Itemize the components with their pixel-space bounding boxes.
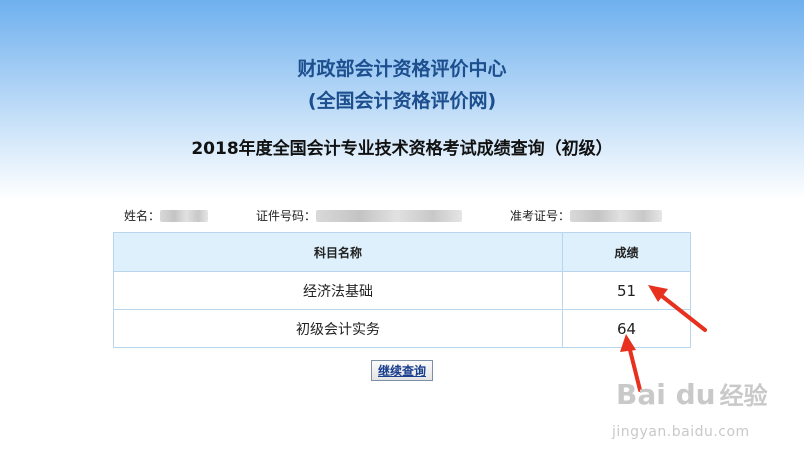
baidu-logo-icon: Bai du — [616, 378, 716, 411]
watermark-url: jingyan.baidu.com — [612, 424, 750, 440]
arrow-to-score-51 — [648, 285, 707, 332]
baidu-watermark: Bai du 经验 — [616, 376, 768, 411]
watermark-text: 经验 — [719, 382, 768, 410]
